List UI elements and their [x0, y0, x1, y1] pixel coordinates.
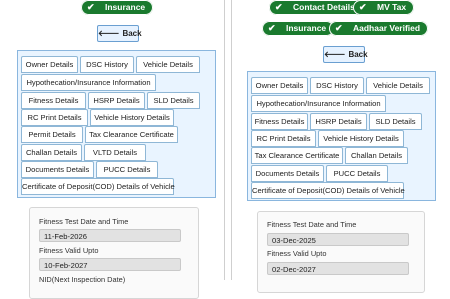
tab-tax-clearance-certificate[interactable]: Tax Clearance Certificate: [85, 126, 178, 143]
back-button[interactable]: 🡐 Back: [323, 46, 368, 63]
field-label: Fitness Test Date and Time: [267, 220, 357, 229]
check-icon: ✔: [335, 23, 343, 33]
tab-cod-details[interactable]: Certificate of Deposit(COD) Details of V…: [21, 178, 175, 195]
tab-hsrp-details[interactable]: HSRP Details: [310, 113, 367, 130]
tab-fitness-details[interactable]: Fitness Details: [21, 92, 86, 109]
tab-tax-clearance-certificate[interactable]: Tax Clearance Certificate: [251, 147, 343, 164]
tab-vehicle-details[interactable]: Vehicle Details: [136, 56, 200, 73]
tab-hypothecation-insurance[interactable]: Hypothecation/Insurance Information: [251, 95, 386, 112]
tab-challan-details[interactable]: Challan Details: [21, 144, 82, 161]
insurance-badge: ✔ Insurance: [262, 21, 335, 36]
tab-vehicle-history-details[interactable]: Vehicle History Details: [318, 130, 404, 147]
right-pane: ✔ Contact Details ✔ MV Tax ✔ Insurance ✔ Aad…: [225, 0, 450, 293]
tab-owner-details[interactable]: Owner Details: [251, 77, 308, 94]
arrow-left-icon: 🡐: [98, 29, 120, 38]
tab-vltd-details[interactable]: VLTD Details: [84, 144, 146, 161]
mv-tax-badge: ✔ MV Tax: [353, 0, 415, 15]
left-pane: ✔ Insurance 🡐 Back Owner Details DSC Histo…: [0, 0, 225, 299]
tab-hsrp-details[interactable]: HSRP Details: [88, 92, 145, 109]
tab-dsc-history[interactable]: DSC History: [310, 77, 364, 94]
fitness-valid-upto-field: 02-Dec-2027: [267, 262, 409, 275]
tab-vehicle-details[interactable]: Vehicle Details: [366, 77, 430, 94]
check-icon: ✔: [87, 2, 95, 12]
tabs-container: Owner Details DSC History Vehicle Detail…: [247, 71, 436, 201]
tab-rc-print-details[interactable]: RC Print Details: [251, 130, 316, 147]
contact-details-badge: ✔ Contact Details: [269, 0, 363, 15]
field-label: Fitness Valid Upto: [39, 246, 99, 255]
tab-permit-details[interactable]: Permit Details: [21, 126, 83, 143]
check-icon: ✔: [359, 2, 367, 12]
pane-divider: [231, 0, 232, 280]
field-label: Fitness Valid Upto: [267, 249, 327, 258]
check-icon: ✔: [275, 2, 283, 12]
fitness-valid-upto-field: 10-Feb-2027: [39, 258, 181, 271]
tab-pucc-details[interactable]: PUCC Details: [96, 161, 158, 178]
fitness-details-panel: Fitness Test Date and Time 03-Dec-2025 F…: [257, 211, 425, 293]
tab-sld-details[interactable]: SLD Details: [369, 113, 422, 130]
tab-owner-details[interactable]: Owner Details: [21, 56, 78, 73]
aadhaar-verified-badge: ✔ Aadhaar Verified: [329, 21, 429, 36]
fitness-details-panel: Fitness Test Date and Time 11-Feb-2026 F…: [29, 207, 199, 299]
field-label: Fitness Test Date and Time: [39, 217, 129, 226]
tab-documents-details[interactable]: Documents Details: [21, 161, 94, 178]
tab-fitness-details[interactable]: Fitness Details: [251, 113, 308, 130]
back-button[interactable]: 🡐 Back: [97, 25, 142, 42]
fitness-test-date-field: 11-Feb-2026: [39, 229, 181, 242]
tab-vehicle-history-details[interactable]: Vehicle History Details: [90, 109, 174, 126]
tab-dsc-history[interactable]: DSC History: [80, 56, 134, 73]
tab-documents-details[interactable]: Documents Details: [251, 165, 324, 182]
fitness-test-date-field: 03-Dec-2025: [267, 233, 409, 246]
arrow-left-icon: 🡐: [324, 50, 346, 59]
tab-pucc-details[interactable]: PUCC Details: [326, 165, 388, 182]
tabs-container: Owner Details DSC History Vehicle Detail…: [17, 50, 216, 198]
check-icon: ✔: [268, 23, 276, 33]
tab-sld-details[interactable]: SLD Details: [147, 92, 200, 109]
tab-cod-details[interactable]: Certificate of Deposit(COD) Details of V…: [251, 182, 405, 199]
tab-challan-details[interactable]: Challan Details: [345, 147, 408, 164]
insurance-badge: ✔ Insurance: [81, 0, 154, 15]
tab-hypothecation-insurance[interactable]: Hypothecation/Insurance Information: [21, 74, 156, 91]
tab-rc-print-details[interactable]: RC Print Details: [21, 109, 88, 126]
